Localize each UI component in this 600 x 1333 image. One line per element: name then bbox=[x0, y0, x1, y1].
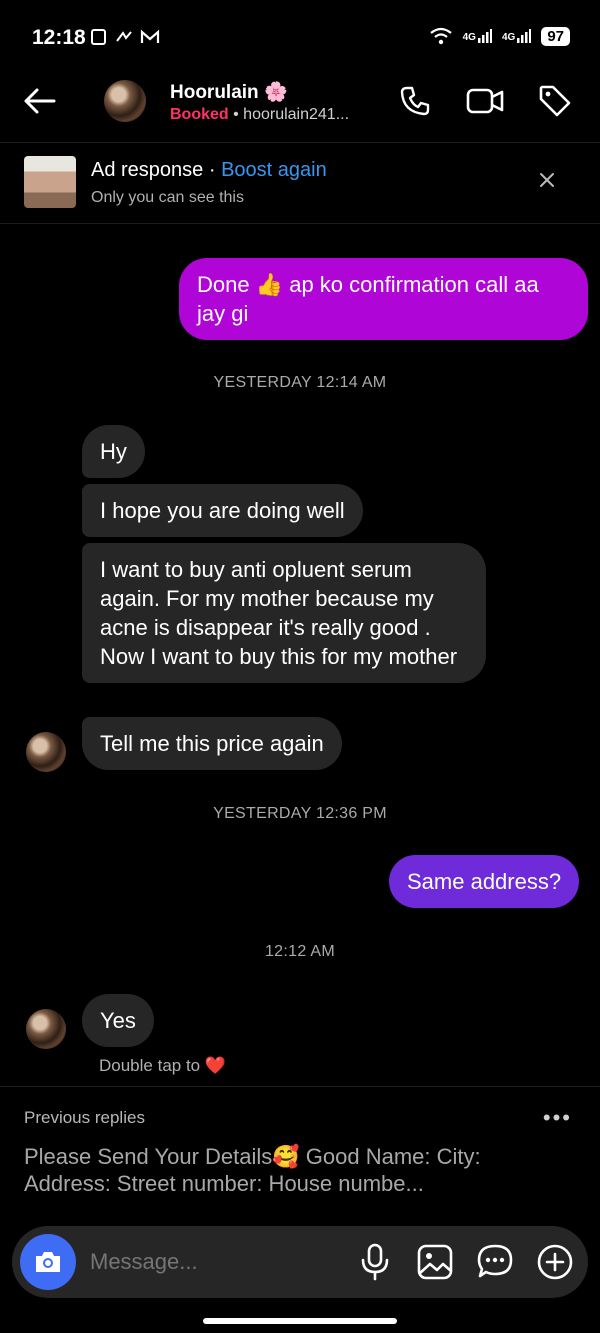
timestamp: 12:12 AM bbox=[264, 943, 335, 960]
incoming-message[interactable]: I hope you are doing well bbox=[82, 484, 363, 537]
double-tap-hint: Double tap to ❤️ bbox=[99, 1056, 226, 1076]
gallery-icon[interactable] bbox=[416, 1242, 454, 1282]
booked-status: Booked bbox=[170, 106, 229, 123]
message-input[interactable] bbox=[88, 1248, 292, 1276]
add-icon[interactable] bbox=[536, 1242, 574, 1282]
signal-icon: 4G bbox=[463, 29, 492, 43]
wifi-icon bbox=[429, 27, 452, 45]
screenshot-icon bbox=[91, 29, 106, 45]
composer-actions bbox=[356, 1242, 574, 1282]
message-composer bbox=[12, 1226, 588, 1298]
incoming-message[interactable]: Hy bbox=[82, 425, 145, 478]
contact-subtitle[interactable]: Booked • hoorulain241... bbox=[170, 106, 349, 124]
sender-avatar[interactable] bbox=[26, 732, 66, 772]
signal-icon-2: 4G bbox=[501, 29, 532, 43]
system-icons: 4G 4G 97 bbox=[429, 26, 570, 46]
microphone-icon[interactable] bbox=[356, 1242, 394, 1282]
sticker-chat-icon[interactable] bbox=[476, 1242, 514, 1282]
previous-replies-title: Previous replies bbox=[24, 1108, 145, 1127]
network-label-2: 4G bbox=[501, 32, 516, 43]
camera-button[interactable] bbox=[20, 1234, 76, 1290]
notification-icons bbox=[90, 28, 160, 46]
network-label: 4G bbox=[462, 32, 476, 43]
contact-name[interactable]: Hoorulain 🌸 bbox=[170, 80, 288, 104]
outgoing-message[interactable]: Same address? bbox=[389, 855, 580, 908]
incoming-message[interactable]: Yes bbox=[82, 994, 154, 1047]
outgoing-message[interactable]: Done 👍 ap ko confirmation call aa jay gi bbox=[179, 258, 588, 340]
heart-icon: ❤️ bbox=[204, 1056, 227, 1075]
link-icon bbox=[116, 31, 132, 42]
incoming-message[interactable]: Tell me this price again bbox=[82, 717, 342, 770]
flower-emoji: 🌸 bbox=[263, 82, 288, 103]
camera-icon bbox=[36, 1252, 60, 1272]
close-icon[interactable] bbox=[538, 171, 556, 189]
sender-avatar[interactable] bbox=[26, 1009, 66, 1049]
tag-icon[interactable] bbox=[538, 84, 572, 118]
status-bar: 12:18 4G 4G 97 bbox=[0, 0, 600, 70]
previous-replies-panel: Previous replies ••• Please Send Your De… bbox=[0, 1086, 600, 1217]
ad-subtitle: Only you can see this bbox=[91, 189, 244, 206]
double-tap-text: Double tap to bbox=[99, 1056, 201, 1075]
video-call-icon[interactable] bbox=[466, 84, 504, 118]
more-options-icon[interactable]: ••• bbox=[543, 1105, 572, 1131]
timestamp: YESTERDAY 12:36 PM bbox=[213, 805, 387, 822]
contact-username: hoorulain241... bbox=[243, 106, 350, 123]
gmail-icon bbox=[140, 29, 160, 43]
incoming-message[interactable]: I want to buy anti opluent serum again. … bbox=[82, 543, 486, 683]
header-actions bbox=[398, 84, 572, 118]
ad-response-banner[interactable]: Ad response · Boost again Only you can s… bbox=[0, 143, 600, 224]
status-time: 12:18 bbox=[32, 26, 86, 49]
boost-again-link[interactable]: Boost again bbox=[221, 159, 327, 181]
chat-header: Hoorulain 🌸 Booked • hoorulain241... bbox=[0, 70, 600, 143]
ad-title-text: Ad response bbox=[91, 159, 204, 181]
saved-reply-suggestion[interactable]: Please Send Your Details🥰 Good Name: Cit… bbox=[24, 1143, 544, 1197]
subtitle-separator: • bbox=[228, 106, 244, 123]
timestamp: YESTERDAY 12:14 AM bbox=[213, 374, 387, 391]
contact-avatar[interactable] bbox=[104, 80, 146, 122]
contact-name-text: Hoorulain bbox=[170, 82, 259, 103]
back-arrow-icon[interactable] bbox=[22, 83, 58, 119]
ad-title-separator: · bbox=[203, 159, 222, 181]
ad-title: Ad response · Boost again bbox=[91, 159, 327, 182]
battery-indicator: 97 bbox=[541, 26, 570, 46]
home-indicator[interactable] bbox=[203, 1318, 397, 1324]
ad-thumbnail bbox=[24, 156, 76, 208]
phone-call-icon[interactable] bbox=[398, 84, 432, 118]
